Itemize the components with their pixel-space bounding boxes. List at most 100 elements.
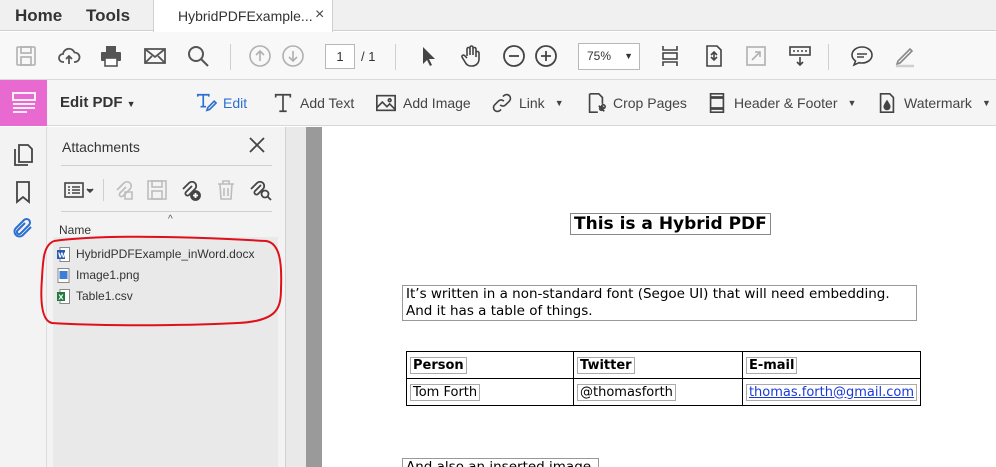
pdf-page: This is a Hybrid PDF It’s written in a n…: [322, 127, 996, 467]
bookmark-icon[interactable]: [11, 180, 35, 204]
add-image-tool[interactable]: Add Image: [375, 92, 471, 114]
document-table: Person Twitter E-mail Tom Forth @thomasf…: [406, 351, 922, 406]
document-heading[interactable]: This is a Hybrid PDF: [570, 213, 771, 235]
email-icon[interactable]: [141, 42, 169, 70]
link-icon: [492, 93, 512, 113]
table-cell[interactable]: Tom Forth: [406, 378, 574, 406]
cell-person: Tom Forth: [410, 383, 481, 401]
scroll-mode-icon[interactable]: [656, 42, 684, 70]
full-screen-icon[interactable]: [742, 42, 770, 70]
watermark-tool[interactable]: Watermark ▼: [876, 92, 991, 114]
document-left-border: [306, 127, 322, 467]
divider: [61, 211, 272, 212]
page-total: / 1: [361, 49, 376, 64]
add-attachment-icon[interactable]: [178, 178, 202, 202]
save-icon[interactable]: [12, 42, 40, 70]
edit-tool[interactable]: Edit: [195, 92, 247, 114]
fit-page-icon[interactable]: [700, 42, 728, 70]
paperclip-icon[interactable]: [11, 216, 35, 240]
document-paragraph[interactable]: It’s written in a non-standard font (Seg…: [402, 285, 917, 321]
svg-text:W: W: [58, 251, 66, 259]
crop-icon: [588, 93, 606, 113]
zoom-select[interactable]: 75% ▼: [578, 43, 640, 70]
list-item[interactable]: Image1.png: [57, 266, 139, 284]
open-attachment-icon[interactable]: [111, 178, 135, 202]
divider: [103, 179, 104, 201]
column-header-name[interactable]: Name: [59, 223, 91, 237]
link-label: Link: [519, 95, 545, 111]
table-cell[interactable]: thomas.forth@gmail.com: [741, 378, 922, 406]
chevron-down-icon: ▼: [981, 98, 991, 108]
page-down-icon[interactable]: [279, 42, 307, 70]
edit-pdf-tool-icon[interactable]: [0, 80, 47, 126]
list-options-icon: [64, 182, 94, 198]
upload-cloud-icon[interactable]: [55, 42, 83, 70]
file-name: Table1.csv: [76, 289, 133, 303]
select-pointer-icon[interactable]: [414, 42, 442, 70]
zoom-in-icon[interactable]: [532, 42, 560, 70]
file-name: HybridPDFExample_inWord.docx: [76, 247, 255, 261]
edit-pdf-menu[interactable]: Edit PDF ▼: [60, 94, 136, 111]
chevron-down-icon: ▼: [847, 98, 857, 108]
print-icon[interactable]: [97, 42, 125, 70]
keyboard-tools-icon[interactable]: [786, 42, 814, 70]
page-gutter: [286, 127, 306, 467]
hand-icon[interactable]: [457, 42, 485, 70]
table-header-cell[interactable]: E-mail: [741, 351, 922, 379]
toolbar-divider: [828, 44, 829, 70]
attachments-panel: Attachments ^ Name W HybridPDFExample_in…: [47, 127, 286, 467]
page-number-input[interactable]: 1: [325, 44, 355, 69]
search-attachment-icon[interactable]: [248, 178, 272, 202]
toolbar-divider: [230, 44, 231, 70]
delete-attachment-icon[interactable]: [214, 178, 238, 202]
header-person: Person: [410, 356, 467, 374]
table-header-cell[interactable]: Twitter: [573, 351, 743, 379]
crop-pages-tool[interactable]: Crop Pages: [585, 92, 687, 114]
menu-tools[interactable]: Tools: [86, 6, 130, 26]
document-tab[interactable]: HybridPDFExample... ×: [153, 0, 333, 32]
sort-ascending-icon[interactable]: ^: [168, 214, 173, 225]
search-icon[interactable]: [184, 42, 212, 70]
header-footer-tool[interactable]: Header & Footer ▼: [706, 92, 856, 114]
image-icon: [376, 94, 396, 112]
table-header-cell[interactable]: Person: [406, 351, 574, 379]
crop-pages-label: Crop Pages: [613, 95, 687, 111]
table-cell[interactable]: @thomasforth: [573, 378, 743, 406]
sign-icon[interactable]: [891, 42, 919, 70]
comment-icon[interactable]: [848, 42, 876, 70]
link-tool[interactable]: Link ▼: [491, 92, 564, 114]
navigation-rail: [0, 127, 47, 467]
email-link[interactable]: thomas.forth@gmail.com: [749, 385, 914, 400]
header-footer-icon: [709, 93, 725, 113]
header-twitter: Twitter: [577, 356, 635, 374]
save-attachment-icon[interactable]: [145, 178, 169, 202]
page-up-icon[interactable]: [246, 42, 274, 70]
cell-twitter: @thomasforth: [577, 383, 676, 401]
watermark-icon: [879, 93, 895, 113]
edit-text-icon: [196, 93, 217, 112]
file-name: Image1.png: [76, 268, 140, 282]
header-email: E-mail: [745, 356, 798, 374]
close-icon[interactable]: ×: [315, 6, 324, 24]
document-tab-title: HybridPDFExample...: [178, 8, 313, 24]
add-text-label: Add Text: [300, 95, 355, 111]
excel-file-icon: X: [57, 288, 70, 304]
header-footer-label: Header & Footer: [734, 95, 838, 111]
options-menu-button[interactable]: [63, 178, 99, 202]
list-item[interactable]: W HybridPDFExample_inWord.docx: [57, 245, 255, 263]
chevron-down-icon: ▼: [554, 98, 564, 108]
word-file-icon: W: [57, 246, 70, 262]
document-footer-text[interactable]: And also an inserted image.: [402, 458, 600, 467]
edit-pdf-title: Edit PDF: [60, 94, 123, 111]
add-text-tool[interactable]: Add Text: [272, 92, 354, 114]
list-item[interactable]: X Table1.csv: [57, 287, 133, 305]
menu-home[interactable]: Home: [15, 6, 62, 26]
table-row: Tom Forth @thomasforth thomas.forth@gmai…: [406, 378, 922, 406]
close-icon[interactable]: [247, 135, 267, 155]
text-icon: [274, 93, 292, 113]
zoom-out-icon[interactable]: [500, 42, 528, 70]
add-image-label: Add Image: [403, 95, 471, 111]
edit-tool-label: Edit: [223, 95, 248, 111]
page-thumbnails-icon[interactable]: [11, 143, 35, 167]
main-toolbar: 1 / 1 75% ▼: [0, 32, 996, 80]
